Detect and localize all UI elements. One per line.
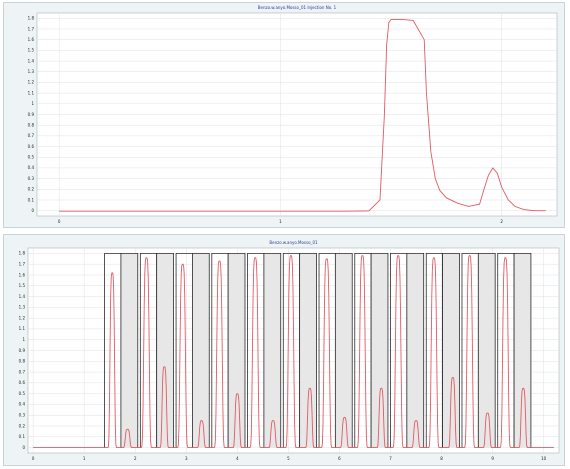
y-tick-label: 1 [22,337,25,342]
y-tick-label: 0.3 [28,176,35,181]
y-tick-label: 0.8 [19,359,26,364]
y-tick-label: 0.5 [28,155,35,160]
y-tick-label: 0.6 [19,380,26,385]
x-tick-label: 8 [440,456,443,461]
x-tick-label: 1 [83,456,86,461]
x-tick-label: 5 [287,456,290,461]
chart-panel-top: Benzo.w.anyo.Mosso_01 Injection No. 1 0 0.… [3,2,565,228]
y-tick-label: 1.7 [28,26,35,31]
y-tick-label: 0.9 [19,348,26,353]
y-tick-label: 0.4 [19,402,26,407]
x-tick-label: 0 [58,219,61,224]
y-tick-label: 1.3 [19,305,26,310]
y-tick-label: 1.1 [19,326,26,331]
chromatogram-single-chart: Benzo.w.anyo.Mosso_01 Injection No. 1 0 0.… [28,5,558,224]
y-tick-label: 0.5 [19,391,26,396]
y-tick-label: 0 [22,445,25,450]
y-tick-label: 1.8 [19,251,26,256]
x-tick-label: 9 [491,456,494,461]
y-tick-label: 0.8 [28,122,35,127]
chart-panel-bottom: Benzo.w.anyo.Mosso_01 0 0.1 0.2 0.3 0.4 0.5 0.6… [3,234,565,466]
y-tick-label: 1.2 [28,80,35,85]
y-tick-label: 1.5 [28,48,35,53]
y-tick-label: 1.6 [28,37,35,42]
y-tick-label: 0.7 [19,369,26,374]
x-tick-label: 6 [338,456,341,461]
x-tick-label: 7 [389,456,392,461]
y-tick-label: 1.1 [28,90,35,95]
x-tick-label: 2 [500,219,503,224]
gate-shade [156,253,174,448]
y-tick-label: 1.2 [19,315,26,320]
y-tick-label: 1.4 [19,294,26,299]
y-tick-label: 1.5 [19,283,26,288]
gate-shade [478,253,496,448]
gate-shade [120,253,138,448]
y-tick-label: 0.7 [28,133,35,138]
gate-shade [406,253,424,448]
x-tick-label: 0 [32,456,35,461]
y-tick-label: 0.3 [19,413,26,418]
y-tick-label: 1.3 [28,69,35,74]
chromatogram-sequence-chart: Benzo.w.anyo.Mosso_01 0 0.1 0.2 0.3 0.4 0.5 0.6… [19,240,560,461]
x-tick-label: 1 [279,219,282,224]
gate-shade [263,253,281,448]
gate-shade [442,253,460,448]
y-tick-label: 0.4 [28,165,35,170]
y-tick-label: 0.9 [28,112,35,117]
y-tick-label: 1.8 [28,16,35,21]
gate-shade [228,253,245,448]
y-tick-label: 1 [31,101,34,106]
gate-shade [514,253,531,448]
y-tick-label: 1.7 [19,261,26,266]
gate-shade [371,253,388,448]
y-tick-label: 0 [31,208,34,213]
y-tick-label: 1.6 [19,272,26,277]
y-tick-label: 0.1 [19,434,26,439]
y-tick-label: 0.6 [28,144,35,149]
x-tick-label: 10 [541,456,547,461]
y-tick-label: 1.4 [28,58,35,63]
gate-shade [299,253,317,448]
chart-title: Benzo.w.anyo.Mosso_01 [269,240,318,245]
x-tick-label: 4 [236,456,239,461]
chart-title: Benzo.w.anyo.Mosso_01 Injection No. 1 [258,5,337,10]
gate-shade [192,253,210,448]
x-tick-label: 2 [134,456,137,461]
y-tick-label: 0.2 [19,423,26,428]
x-tick-label: 3 [185,456,188,461]
y-tick-label: 0.1 [28,197,35,202]
y-tick-label: 0.2 [28,187,35,192]
